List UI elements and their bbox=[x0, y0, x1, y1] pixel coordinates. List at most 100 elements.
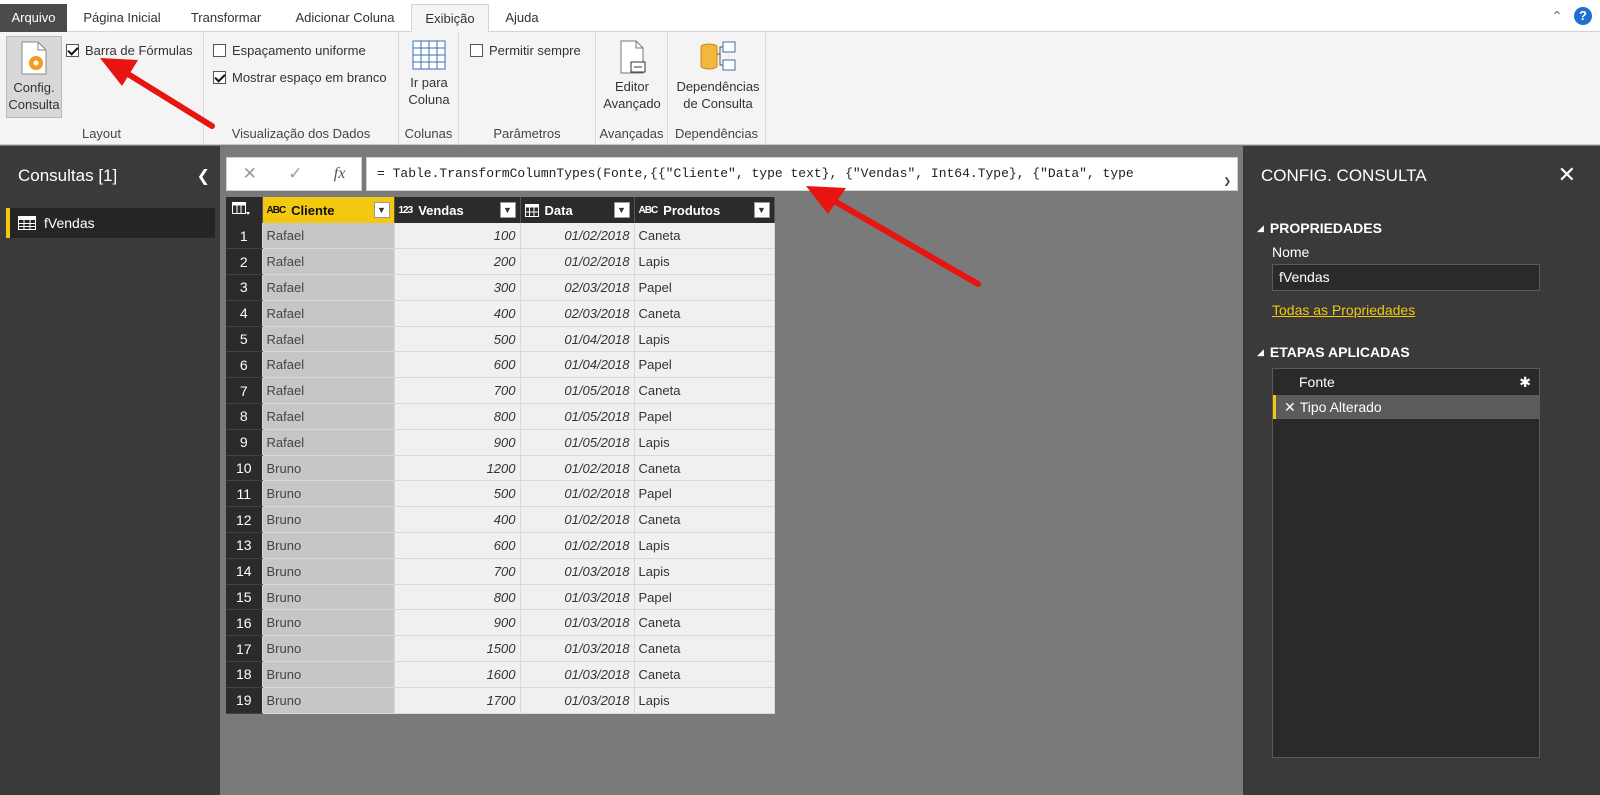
cell-cliente[interactable]: Rafael bbox=[262, 300, 395, 327]
cell-data[interactable]: 01/05/2018 bbox=[520, 377, 635, 405]
table-row[interactable]: 8 Rafael 800 01/05/2018 Papel bbox=[226, 403, 775, 430]
filter-dropdown-icon[interactable]: ▼ bbox=[499, 202, 516, 218]
goto-column-button[interactable]: Ir para Coluna bbox=[403, 36, 455, 108]
cell-data[interactable]: 02/03/2018 bbox=[520, 274, 635, 301]
applied-steps-section-header[interactable]: ◢ ETAPAS APLICADAS bbox=[1257, 344, 1410, 360]
row-number[interactable]: 6 bbox=[226, 351, 263, 379]
tab-view[interactable]: Exibição bbox=[411, 4, 489, 33]
row-number[interactable]: 14 bbox=[226, 558, 263, 585]
cell-data[interactable]: 01/02/2018 bbox=[520, 506, 635, 534]
cell-vendas[interactable]: 700 bbox=[394, 558, 521, 585]
monospace-checkbox-row[interactable]: Espaçamento uniforme bbox=[213, 43, 366, 58]
cell-vendas[interactable]: 400 bbox=[394, 506, 521, 534]
row-number[interactable]: 9 bbox=[226, 429, 263, 456]
cell-vendas[interactable]: 1200 bbox=[394, 455, 521, 482]
table-row[interactable]: 1 Rafael 100 01/02/2018 Caneta bbox=[226, 223, 775, 250]
column-header-data[interactable]: Data ▼ bbox=[520, 197, 635, 223]
row-number[interactable]: 15 bbox=[226, 584, 263, 611]
delete-step-icon[interactable]: ✕ bbox=[1284, 399, 1296, 416]
cell-cliente[interactable]: Bruno bbox=[262, 558, 395, 585]
formula-bar-checkbox[interactable] bbox=[66, 44, 79, 57]
tab-help[interactable]: Ajuda bbox=[492, 4, 552, 32]
allow-always-checkbox[interactable] bbox=[470, 44, 483, 57]
cell-data[interactable]: 01/03/2018 bbox=[520, 687, 635, 714]
cell-data[interactable]: 01/05/2018 bbox=[520, 429, 635, 456]
row-number[interactable]: 2 bbox=[226, 248, 263, 276]
cell-produtos[interactable]: Caneta bbox=[634, 300, 775, 327]
cell-vendas[interactable]: 1600 bbox=[394, 661, 521, 688]
cell-produtos[interactable]: Papel bbox=[634, 480, 775, 508]
cell-produtos[interactable]: Caneta bbox=[634, 609, 775, 637]
row-number[interactable]: 8 bbox=[226, 403, 263, 430]
cell-data[interactable]: 02/03/2018 bbox=[520, 300, 635, 327]
query-settings-button[interactable]: Config. Consulta bbox=[6, 36, 62, 118]
cell-cliente[interactable]: Bruno bbox=[262, 455, 395, 482]
table-row[interactable]: 18 Bruno 1600 01/03/2018 Caneta bbox=[226, 661, 775, 688]
cell-produtos[interactable]: Papel bbox=[634, 403, 775, 430]
cell-vendas[interactable]: 200 bbox=[394, 248, 521, 276]
cell-cliente[interactable]: Bruno bbox=[262, 635, 395, 663]
cell-cliente[interactable]: Bruno bbox=[262, 609, 395, 637]
cell-cliente[interactable]: Bruno bbox=[262, 532, 395, 559]
cell-vendas[interactable]: 100 bbox=[394, 223, 521, 250]
cell-vendas[interactable]: 1700 bbox=[394, 687, 521, 714]
cell-produtos[interactable]: Caneta bbox=[634, 223, 775, 250]
cell-vendas[interactable]: 600 bbox=[394, 351, 521, 379]
tab-home[interactable]: Página Inicial bbox=[72, 4, 172, 32]
table-row[interactable]: 7 Rafael 700 01/05/2018 Caneta bbox=[226, 377, 775, 405]
row-number[interactable]: 5 bbox=[226, 326, 263, 353]
table-row[interactable]: 3 Rafael 300 02/03/2018 Papel bbox=[226, 274, 775, 301]
cell-vendas[interactable]: 800 bbox=[394, 584, 521, 611]
column-header-cliente[interactable]: ABC Cliente ▼ bbox=[262, 197, 395, 223]
cell-produtos[interactable]: Caneta bbox=[634, 377, 775, 405]
collapse-ribbon-icon[interactable]: ⌃ bbox=[1548, 7, 1566, 25]
cell-vendas[interactable]: 500 bbox=[394, 480, 521, 508]
table-row[interactable]: 2 Rafael 200 01/02/2018 Lapis bbox=[226, 248, 775, 276]
cell-data[interactable]: 01/02/2018 bbox=[520, 532, 635, 559]
whitespace-checkbox-row[interactable]: Mostrar espaço em branco bbox=[213, 70, 387, 85]
table-row[interactable]: 19 Bruno 1700 01/03/2018 Lapis bbox=[226, 687, 775, 714]
step-tipo-alterado[interactable]: ✕ Tipo Alterado bbox=[1273, 395, 1539, 419]
formula-bar-checkbox-row[interactable]: Barra de Fórmulas bbox=[66, 43, 193, 58]
table-row[interactable]: 14 Bruno 700 01/03/2018 Lapis bbox=[226, 558, 775, 585]
table-menu-header[interactable] bbox=[226, 197, 263, 223]
name-input[interactable]: fVendas bbox=[1272, 264, 1540, 291]
step-fonte[interactable]: Fonte ✱ bbox=[1273, 370, 1539, 394]
tab-file[interactable]: Arquivo bbox=[0, 4, 67, 32]
cell-produtos[interactable]: Caneta bbox=[634, 661, 775, 688]
table-row[interactable]: 16 Bruno 900 01/03/2018 Caneta bbox=[226, 609, 775, 637]
cell-vendas[interactable]: 800 bbox=[394, 403, 521, 430]
cell-produtos[interactable]: Caneta bbox=[634, 506, 775, 534]
cell-data[interactable]: 01/04/2018 bbox=[520, 326, 635, 353]
cell-vendas[interactable]: 600 bbox=[394, 532, 521, 559]
row-number[interactable]: 4 bbox=[226, 300, 263, 327]
table-row[interactable]: 12 Bruno 400 01/02/2018 Caneta bbox=[226, 506, 775, 534]
cell-vendas[interactable]: 500 bbox=[394, 326, 521, 353]
whitespace-checkbox[interactable] bbox=[213, 71, 226, 84]
table-row[interactable]: 5 Rafael 500 01/04/2018 Lapis bbox=[226, 326, 775, 353]
allow-always-checkbox-row[interactable]: Permitir sempre bbox=[470, 43, 581, 58]
cell-cliente[interactable]: Bruno bbox=[262, 480, 395, 508]
commit-formula-icon[interactable]: ✓ bbox=[288, 164, 302, 184]
cell-produtos[interactable]: Papel bbox=[634, 351, 775, 379]
tab-add-column[interactable]: Adicionar Coluna bbox=[282, 4, 408, 32]
cell-cliente[interactable]: Rafael bbox=[262, 377, 395, 405]
row-number[interactable]: 19 bbox=[226, 687, 263, 714]
properties-section-header[interactable]: ◢ PROPRIEDADES bbox=[1257, 220, 1382, 236]
cell-vendas[interactable]: 300 bbox=[394, 274, 521, 301]
cell-vendas[interactable]: 1500 bbox=[394, 635, 521, 663]
filter-dropdown-icon[interactable]: ▼ bbox=[613, 202, 630, 218]
cell-data[interactable]: 01/03/2018 bbox=[520, 609, 635, 637]
cell-cliente[interactable]: Rafael bbox=[262, 248, 395, 276]
row-number[interactable]: 18 bbox=[226, 661, 263, 688]
cell-produtos[interactable]: Lapis bbox=[634, 687, 775, 714]
advanced-editor-button[interactable]: Editor Avançado bbox=[600, 36, 664, 112]
filter-dropdown-icon[interactable]: ▼ bbox=[373, 202, 390, 218]
cell-data[interactable]: 01/03/2018 bbox=[520, 558, 635, 585]
column-header-vendas[interactable]: 123 Vendas ▼ bbox=[394, 197, 521, 223]
row-number[interactable]: 12 bbox=[226, 506, 263, 534]
cell-data[interactable]: 01/05/2018 bbox=[520, 403, 635, 430]
cell-produtos[interactable]: Caneta bbox=[634, 455, 775, 482]
cell-data[interactable]: 01/04/2018 bbox=[520, 351, 635, 379]
formula-input[interactable]: = Table.TransformColumnTypes(Fonte,{{"Cl… bbox=[366, 157, 1238, 191]
